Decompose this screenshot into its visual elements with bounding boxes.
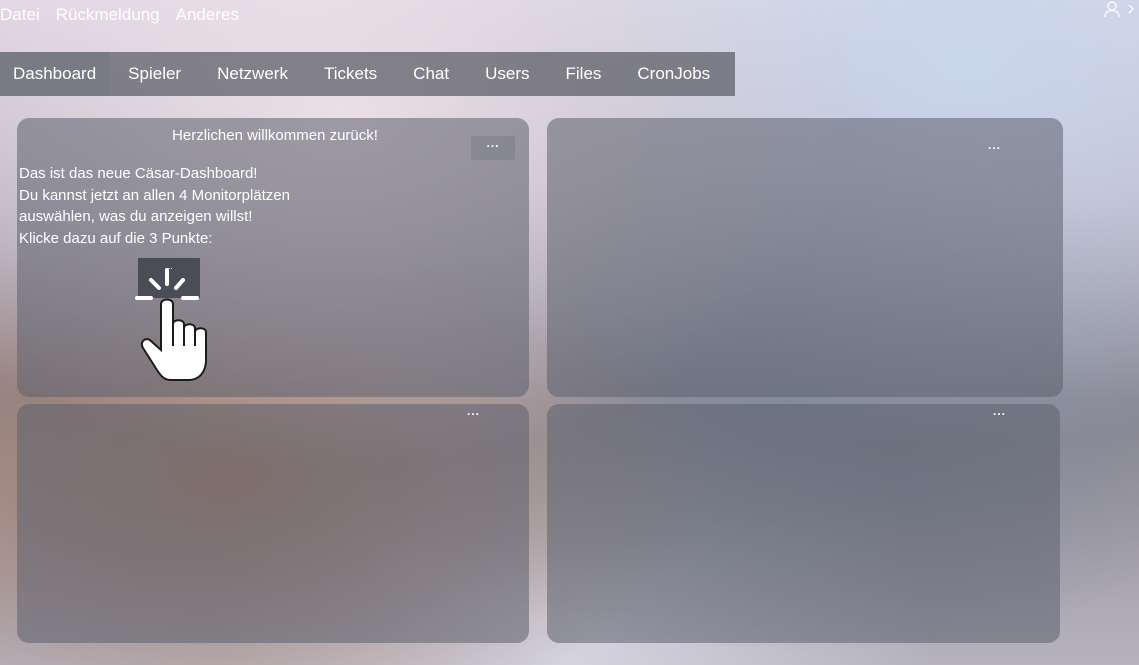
menu-anderes[interactable]: Anderes (168, 5, 247, 25)
tab-files[interactable]: Files (548, 52, 620, 96)
chevron-right-icon[interactable] (1127, 2, 1135, 20)
menubar: Datei Rückmeldung Anderes (0, 0, 1139, 30)
monitor-panel-bottom-left: ... (17, 404, 529, 643)
tab-chat[interactable]: Chat (395, 52, 467, 96)
welcome-line: Klicke dazu auf die 3 Punkte: (19, 229, 213, 247)
panel-menu-button[interactable]: ... (993, 404, 1006, 418)
welcome-title: Herzlichen willkommen zurück! (172, 127, 378, 144)
window-controls (1103, 0, 1139, 22)
tab-cronjobs[interactable]: CronJobs (619, 52, 728, 96)
menu-datei[interactable]: Datei (0, 5, 48, 25)
welcome-line: Du kannst jetzt an allen 4 Monitorplätze… (19, 186, 290, 204)
panel-menu-button[interactable]: ... (471, 136, 515, 160)
menu-rueckmeldung[interactable]: Rückmeldung (48, 5, 168, 25)
tab-spieler[interactable]: Spieler (110, 52, 199, 96)
welcome-line: Das ist das neue Cäsar-Dashboard! (19, 165, 258, 182)
user-icon[interactable] (1103, 0, 1121, 23)
monitor-panel-top-right: ... (547, 118, 1063, 397)
welcome-text: Das ist das neue Cäsar-Dashboard! Du kan… (19, 163, 290, 249)
panel-menu-button[interactable]: ... (988, 138, 1001, 152)
tab-netzwerk[interactable]: Netzwerk (199, 52, 306, 96)
monitor-panel-top-left: Herzlichen willkommen zurück! ... Das is… (17, 118, 529, 397)
tab-tickets[interactable]: Tickets (306, 52, 395, 96)
tab-users[interactable]: Users (467, 52, 547, 96)
tab-bar: Dashboard Spieler Netzwerk Tickets Chat … (0, 52, 735, 96)
tab-dashboard[interactable]: Dashboard (0, 52, 111, 96)
monitor-panel-bottom-right: ... (547, 404, 1060, 643)
panel-menu-button[interactable]: ... (467, 404, 480, 418)
welcome-line: auswählen, was du anzeigen willst! (19, 208, 253, 225)
pointing-hand-click-icon (131, 264, 221, 389)
